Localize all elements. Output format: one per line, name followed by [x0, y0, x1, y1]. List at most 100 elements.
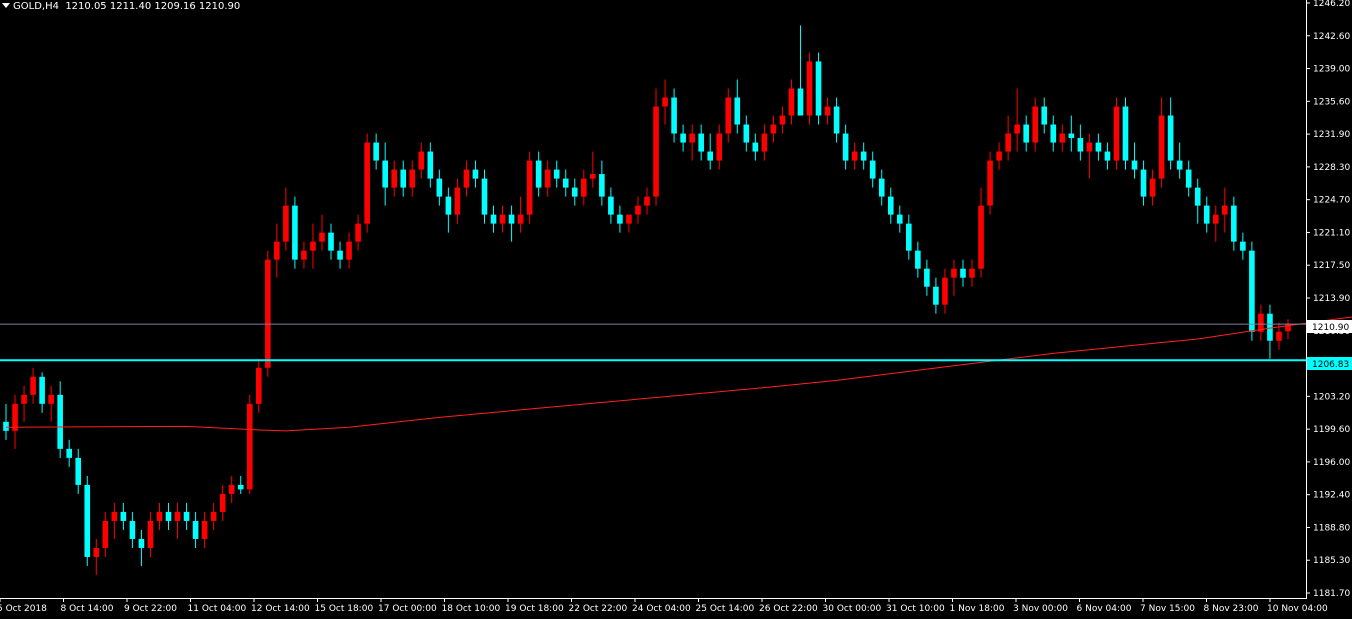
- candle-bearish: [671, 97, 677, 134]
- candle-bullish: [30, 376, 36, 395]
- candle-bullish: [788, 88, 795, 116]
- candle-bullish: [21, 394, 27, 404]
- price-tick-label: 1192.40: [1313, 491, 1350, 501]
- candle-bullish: [996, 151, 1002, 161]
- candle-bearish: [1077, 138, 1084, 152]
- time-tick-label: 17 Oct 00:00: [378, 604, 437, 614]
- candle-bearish: [915, 250, 921, 269]
- time-tick-label: 6 Nov 04:00: [1077, 604, 1132, 614]
- candle-bearish: [1267, 313, 1273, 341]
- candle-bearish: [924, 268, 930, 287]
- time-tick-label: 12 Oct 14:00: [251, 604, 310, 614]
- candle-bullish: [111, 511, 118, 521]
- time-tick-label: 24 Oct 04:00: [632, 604, 691, 614]
- candle-bullish: [319, 232, 325, 242]
- price-chart[interactable]: 1246.20 1242.60 1239.00 1235.60 1231.90 1228.…: [0, 0, 1352, 619]
- level-price-label: 1206.83: [1312, 360, 1349, 370]
- candle-bearish: [490, 214, 497, 224]
- current-price-tag: 1210.90: [1307, 320, 1352, 333]
- price-tick-label: 1181.70: [1313, 589, 1350, 599]
- candle-bullish: [1014, 124, 1020, 134]
- candle-bullish: [662, 97, 668, 107]
- candle-bullish: [526, 160, 533, 215]
- candle-bearish: [337, 250, 343, 260]
- candle-bullish: [174, 511, 181, 521]
- candle-bullish: [761, 133, 768, 152]
- candle-bullish: [219, 493, 226, 512]
- candle-bullish: [987, 160, 993, 206]
- price-tick-label: 1213.90: [1313, 294, 1350, 304]
- candle-bearish: [1231, 205, 1237, 242]
- candle-bearish: [698, 133, 704, 152]
- price-axis[interactable]: 1246.20 1242.60 1239.00 1235.60 1231.90 1228.…: [1306, 0, 1350, 599]
- candle-bearish: [833, 106, 840, 134]
- candle-bullish: [1149, 178, 1156, 197]
- candle-bearish: [39, 376, 45, 404]
- candle-bearish: [237, 484, 244, 490]
- candle-bearish: [617, 214, 623, 224]
- moving-average-line: [5, 316, 1352, 432]
- candle-bearish: [183, 511, 190, 521]
- candle-bearish: [1185, 169, 1192, 188]
- price-tick-label: 1235.60: [1313, 97, 1350, 107]
- candle-bearish: [887, 196, 894, 215]
- price-tick-label: 1203.20: [1313, 392, 1350, 402]
- candle-bearish: [57, 394, 63, 449]
- time-tick-label: 11 Oct 04:00: [188, 604, 247, 614]
- candles-layer: [3, 25, 1291, 575]
- candle-bullish: [779, 115, 786, 125]
- candle-bullish: [301, 250, 307, 260]
- time-tick-label: 8 Oct 14:00: [61, 604, 114, 614]
- price-tick-label: 1221.10: [1313, 228, 1350, 238]
- candle-bearish: [508, 214, 515, 224]
- candle-bullish: [635, 205, 641, 215]
- candle-bullish: [1086, 142, 1093, 152]
- candle-bullish: [102, 520, 109, 548]
- candle-bearish: [878, 178, 885, 197]
- candle-bearish: [906, 223, 912, 251]
- time-axis[interactable]: 5 Oct 2018 8 Oct 14:00 9 Oct 22:00 11 Oct 0…: [0, 598, 1328, 614]
- candle-bearish: [84, 484, 91, 557]
- level-price-tag: 1206.83: [1307, 357, 1352, 370]
- time-tick-label: 10 Nov 04:00: [1267, 604, 1328, 614]
- candle-bullish: [1059, 133, 1066, 143]
- candle-bullish: [418, 151, 425, 170]
- candle-bullish: [156, 511, 163, 521]
- candle-bearish: [535, 160, 542, 188]
- candle-bearish: [1194, 187, 1201, 206]
- time-tick-label: 31 Oct 10:00: [886, 604, 945, 614]
- candle-bearish: [138, 538, 145, 548]
- candle-bearish: [472, 169, 479, 179]
- candle-bullish: [246, 403, 253, 490]
- ohlc-readout: 1210.05 1211.40 1209.16 1210.90: [65, 1, 241, 12]
- candle-bearish: [129, 520, 136, 539]
- candle-bullish: [283, 205, 289, 242]
- candle-bearish: [571, 187, 578, 197]
- candle-bearish: [165, 511, 172, 521]
- candle-bullish: [653, 106, 659, 197]
- price-tick-label: 1188.80: [1313, 523, 1350, 533]
- price-tick-label: 1185.30: [1313, 556, 1350, 566]
- candle-bullish: [346, 241, 352, 260]
- candle-bearish: [382, 160, 388, 188]
- candle-bearish: [1050, 124, 1057, 143]
- triangle-down-icon[interactable]: [2, 3, 10, 8]
- candle-bullish: [355, 223, 361, 242]
- time-tick-label: 30 Oct 00:00: [823, 604, 882, 614]
- candle-bearish: [1131, 160, 1138, 170]
- candle-bullish: [310, 241, 316, 251]
- candle-bearish: [608, 196, 614, 215]
- candle-bullish: [544, 169, 551, 188]
- candle-bearish: [427, 151, 434, 179]
- candle-bearish: [1095, 142, 1102, 152]
- candle-bearish: [1167, 115, 1174, 161]
- candle-bearish: [66, 448, 72, 458]
- candle-bullish: [725, 97, 732, 134]
- candle-bearish: [869, 160, 876, 179]
- time-tick-label: 22 Oct 22:00: [569, 604, 628, 614]
- candle-bullish: [201, 520, 208, 539]
- candle-bearish: [328, 232, 334, 251]
- chart-header: GOLD,H4 1210.05 1211.40 1209.16 1210.90: [2, 1, 240, 12]
- candle-bullish: [364, 142, 370, 224]
- candle-bullish: [517, 214, 524, 224]
